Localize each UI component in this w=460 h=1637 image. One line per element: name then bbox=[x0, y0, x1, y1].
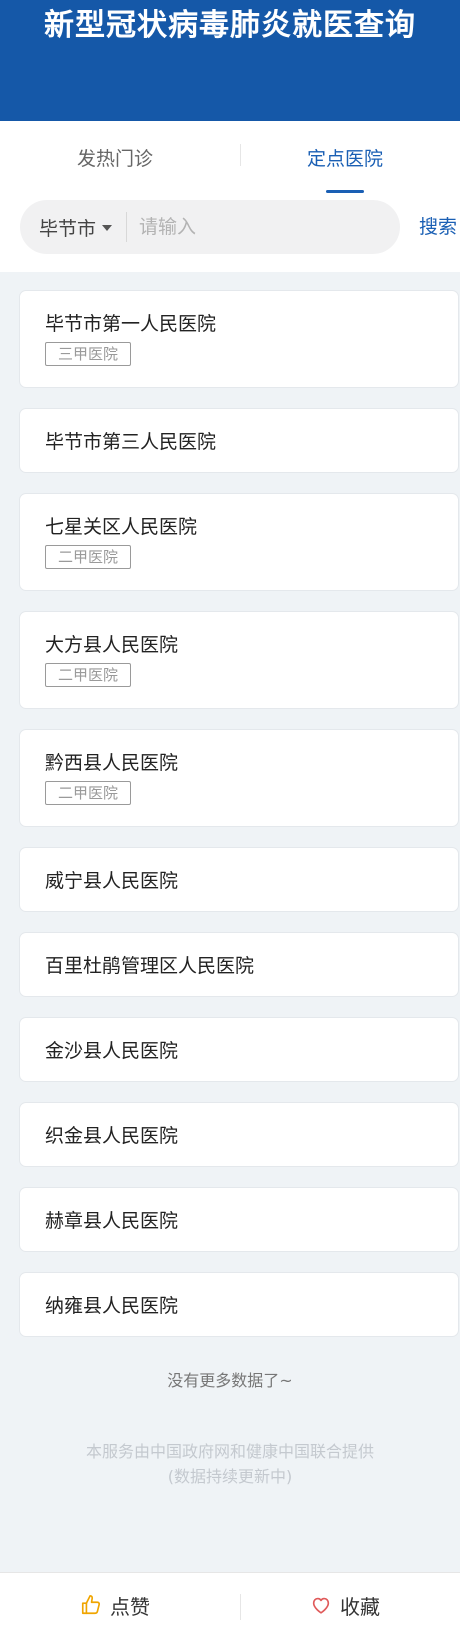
tab-bar: 发热门诊 定点医院 bbox=[0, 121, 460, 193]
footer-note: 本服务由中国政府网和健康中国联合提供 (数据持续更新中) bbox=[0, 1439, 460, 1489]
hospital-name: 金沙县人民医院 bbox=[45, 1040, 179, 1062]
hospital-name: 纳雍县人民医院 bbox=[45, 1295, 179, 1317]
hospital-name: 毕节市第三人民医院 bbox=[45, 431, 217, 453]
city-dropdown[interactable]: 毕节市 bbox=[20, 200, 126, 254]
list-end-text: 没有更多数据了~ bbox=[167, 1371, 293, 1390]
heart-icon bbox=[312, 1597, 330, 1614]
search-row: 毕节市 搜索 bbox=[0, 193, 460, 272]
hospital-name: 毕节市第一人民医院 bbox=[45, 313, 217, 335]
hospital-level-badge: 三甲医院 bbox=[45, 342, 132, 366]
tab-fever-clinic[interactable]: 发热门诊 bbox=[0, 121, 230, 193]
caret-down-icon bbox=[102, 225, 113, 231]
like-label: 点赞 bbox=[110, 1594, 150, 1619]
tab-designated-hospital[interactable]: 定点医院 bbox=[230, 121, 460, 193]
page-title: 新型冠状病毒肺炎就医查询 bbox=[44, 8, 416, 43]
hospital-name: 赫章县人民医院 bbox=[45, 1210, 179, 1232]
hospital-card[interactable]: 织金县人民医院 bbox=[19, 1102, 459, 1167]
hospital-card[interactable]: 毕节市第三人民医院 bbox=[19, 408, 459, 473]
header-banner: 新型冠状病毒肺炎就医查询 bbox=[0, 0, 460, 121]
favorite-button[interactable]: 收藏 bbox=[230, 1573, 460, 1637]
hospital-card[interactable]: 赫章县人民医院 bbox=[19, 1187, 459, 1252]
page: 新型冠状病毒肺炎就医查询 发热门诊 定点医院 毕节市 搜索 毕节市第一人民医院三… bbox=[0, 0, 460, 1637]
hospital-list: 毕节市第一人民医院 三甲医院 毕节市第三人民医院 七星关区人民医院 二甲医院 大方县人民医… bbox=[0, 272, 460, 1337]
hospital-card[interactable]: 威宁县人民医院 bbox=[19, 847, 459, 912]
bottom-bar: 点赞 收藏 bbox=[0, 1572, 460, 1637]
like-button[interactable]: 点赞 bbox=[0, 1573, 230, 1637]
favorite-label: 收藏 bbox=[340, 1594, 380, 1619]
hospital-level-badge: 二甲医院 bbox=[45, 663, 132, 687]
hospital-name: 百里杜鹃管理区人民医院 bbox=[45, 955, 255, 977]
hospital-card[interactable]: 七星关区人民医院 二甲医院 bbox=[19, 493, 459, 591]
city-dropdown-label: 毕节市 bbox=[39, 217, 97, 240]
thumbs-up-icon bbox=[81, 1595, 101, 1615]
hospital-name: 黔西县人民医院 bbox=[45, 752, 179, 774]
search-button[interactable]: 搜索 bbox=[419, 200, 457, 254]
search-input[interactable] bbox=[127, 200, 368, 254]
top-area: 发热门诊 定点医院 毕节市 搜索 bbox=[0, 121, 460, 272]
footer-note-line2: (数据持续更新中) bbox=[167, 1467, 293, 1486]
hospital-card[interactable]: 金沙县人民医院 bbox=[19, 1017, 459, 1082]
hospital-name: 大方县人民医院 bbox=[45, 634, 179, 656]
hospital-card[interactable]: 黔西县人民医院 二甲医院 bbox=[19, 729, 459, 827]
hospital-name: 七星关区人民医院 bbox=[45, 516, 198, 538]
hospital-name: 威宁县人民医院 bbox=[45, 870, 179, 892]
hospital-card[interactable]: 毕节市第一人民医院 三甲医院 bbox=[19, 290, 459, 388]
hospital-card[interactable]: 百里杜鹃管理区人民医院 bbox=[19, 932, 459, 997]
footer-note-line1: 本服务由中国政府网和健康中国联合提供 bbox=[85, 1442, 374, 1461]
search-box: 毕节市 bbox=[20, 200, 400, 254]
hospital-card[interactable]: 纳雍县人民医院 bbox=[19, 1272, 459, 1337]
hospital-level-badge: 二甲医院 bbox=[45, 781, 132, 805]
hospital-name: 织金县人民医院 bbox=[45, 1125, 179, 1147]
hospital-card[interactable]: 大方县人民医院 二甲医院 bbox=[19, 611, 459, 709]
hospital-level-badge: 二甲医院 bbox=[45, 545, 132, 569]
